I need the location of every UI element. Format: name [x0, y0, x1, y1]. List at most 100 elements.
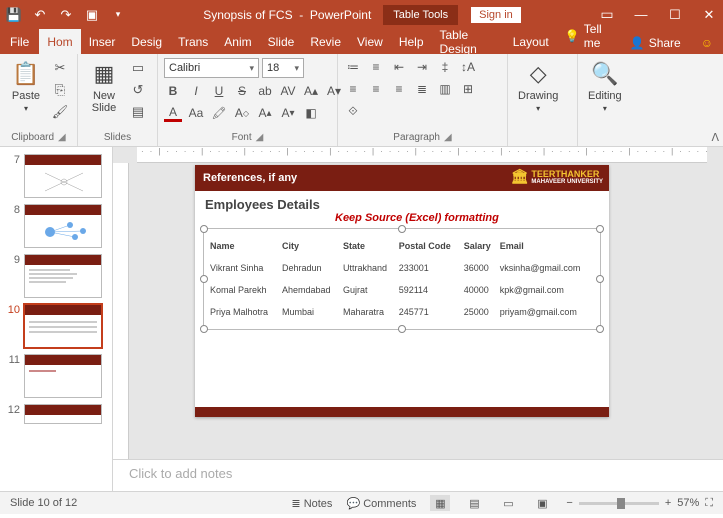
align-center-button[interactable]: ≡	[367, 80, 385, 98]
redo-icon[interactable]: ↷	[58, 7, 74, 23]
tab-review[interactable]: Revie	[302, 29, 349, 54]
tab-animations[interactable]: Anim	[216, 29, 259, 54]
group-paragraph: ≔ ≡ ⇤ ⇥ ‡ ↕A ≡ ≡ ≡ ≣ ▥ ⊞ ⟐ Paragraph◢	[338, 54, 508, 146]
bold-button[interactable]: B	[164, 82, 182, 100]
increase-font-button[interactable]: A▴	[256, 104, 274, 122]
thumb-12[interactable]: 12	[0, 401, 112, 427]
clipboard-launcher-icon[interactable]: ◢	[58, 132, 66, 143]
indent-inc-button[interactable]: ⇥	[413, 58, 431, 76]
align-left-button[interactable]: ≡	[344, 80, 362, 98]
group-editing: 🔍Editing▾	[578, 54, 638, 146]
zoom-slider[interactable]	[579, 502, 659, 505]
cut-button[interactable]: ✂	[50, 58, 70, 78]
tab-view[interactable]: View	[349, 29, 391, 54]
font-launcher-icon[interactable]: ◢	[256, 132, 264, 143]
normal-view-button[interactable]: ▦	[430, 495, 450, 511]
shadow-button[interactable]: ab	[256, 82, 274, 100]
table-selection[interactable]: NameCityStatePostal CodeSalaryEmail Vikr…	[203, 228, 601, 330]
thumb-11[interactable]: 11	[0, 351, 112, 401]
maximize-icon[interactable]: ☐	[667, 7, 683, 23]
feedback-button[interactable]: ☺	[691, 32, 723, 54]
strike-button[interactable]: S	[233, 82, 251, 100]
collapse-ribbon-icon[interactable]: ᐱ	[711, 131, 719, 144]
numbering-button[interactable]: ≡	[367, 58, 385, 76]
bullets-button[interactable]: ≔	[344, 58, 362, 76]
slide-thumbnails-pane[interactable]: 7 8 9 10 11 12	[0, 147, 113, 491]
indent-dec-button[interactable]: ⇤	[390, 58, 408, 76]
spacing-button[interactable]: AV	[279, 82, 297, 100]
reset-button[interactable]: ↺	[128, 80, 148, 100]
save-icon[interactable]: 💾	[6, 7, 22, 23]
tab-slideshow[interactable]: Slide	[260, 29, 303, 54]
clear-format-button[interactable]: A◇	[233, 104, 251, 122]
tell-me-search[interactable]: 💡Tell me	[557, 18, 620, 54]
align-right-button[interactable]: ≡	[390, 80, 408, 98]
columns-button[interactable]: ▥	[436, 80, 454, 98]
tab-layout[interactable]: Layout	[505, 29, 557, 54]
zoom-out-button[interactable]: −	[566, 497, 572, 509]
tab-transitions[interactable]: Trans	[170, 29, 216, 54]
slide-counter[interactable]: Slide 10 of 12	[10, 497, 77, 509]
zoom-control[interactable]: − + 57% ⛶	[566, 497, 713, 510]
change-case-button[interactable]: Aa	[187, 104, 205, 122]
thumb-8[interactable]: 8	[0, 201, 112, 251]
highlight-button[interactable]: 🖍	[210, 104, 228, 122]
start-slideshow-icon[interactable]: ▣	[84, 7, 100, 23]
tab-table-design[interactable]: Table Design	[432, 29, 505, 54]
sorter-view-button[interactable]: ▤	[464, 495, 484, 511]
work-area: 7 8 9 10 11 12 ··|····|····|····|····|··…	[0, 147, 723, 491]
zoom-level[interactable]: 57%	[677, 497, 699, 509]
tab-insert[interactable]: Inser	[81, 29, 124, 54]
copy-button[interactable]: ⎘	[50, 80, 70, 100]
tab-home[interactable]: Hom	[39, 29, 80, 54]
fit-window-button[interactable]: ⛶	[705, 497, 713, 510]
section-button[interactable]: ▤	[128, 102, 148, 122]
slide-canvas[interactable]: ··|····|····|····|····|····|····|····|··…	[113, 147, 723, 459]
comments-toggle[interactable]: 💬 Comments	[346, 497, 416, 510]
line-spacing-button[interactable]: ‡	[436, 58, 454, 76]
slideshow-view-button[interactable]: ▣	[532, 495, 552, 511]
table-row[interactable]: Priya MalhotraMumbaiMaharatra24577125000…	[208, 301, 596, 323]
clear-all-button[interactable]: ◧	[302, 104, 320, 122]
qat-dropdown-icon[interactable]: ▾	[110, 7, 126, 23]
minimize-icon[interactable]: —	[633, 7, 649, 23]
notes-pane[interactable]: Click to add notes	[113, 459, 723, 491]
decrease-font-button[interactable]: A▾	[279, 104, 297, 122]
thumb-10[interactable]: 10	[0, 301, 112, 351]
text-direction-button[interactable]: ↕A	[459, 58, 477, 76]
paragraph-launcher-icon[interactable]: ◢	[444, 132, 452, 143]
tab-file[interactable]: File	[0, 29, 39, 54]
italic-button[interactable]: I	[187, 82, 205, 100]
reading-view-button[interactable]: ▭	[498, 495, 518, 511]
format-painter-button[interactable]: 🖌	[50, 102, 70, 122]
sign-in-button[interactable]: Sign in	[470, 6, 522, 24]
table-row[interactable]: Komal ParekhAhemdabadGujrat59211440000kp…	[208, 279, 596, 301]
zoom-in-button[interactable]: +	[665, 497, 671, 509]
font-size-combo[interactable]: 18▾	[262, 58, 304, 78]
smartart-button[interactable]: ⟐	[344, 102, 362, 120]
notes-toggle[interactable]: ≣ Notes	[291, 497, 332, 510]
table-row[interactable]: Vikrant SinhaDehradunUttrakhand233001360…	[208, 257, 596, 279]
tab-help[interactable]: Help	[391, 29, 432, 54]
data-table[interactable]: NameCityStatePostal CodeSalaryEmail Vikr…	[208, 235, 596, 323]
layout-button[interactable]: ▭	[128, 58, 148, 78]
justify-button[interactable]: ≣	[413, 80, 431, 98]
undo-icon[interactable]: ↶	[32, 7, 48, 23]
underline-button[interactable]: U	[210, 82, 228, 100]
editing-button[interactable]: 🔍Editing▾	[584, 58, 626, 115]
share-button[interactable]: 👤Share	[620, 32, 691, 54]
paste-button[interactable]: 📋Paste▾	[6, 58, 46, 115]
drawing-button[interactable]: ◇Drawing▾	[514, 58, 562, 115]
font-name-combo[interactable]: Calibri▾	[164, 58, 259, 78]
thumb-7[interactable]: 7	[0, 151, 112, 201]
slide-title: Employees Details	[195, 191, 609, 212]
thumb-9[interactable]: 9	[0, 251, 112, 301]
grow-font-button[interactable]: A▴	[302, 82, 320, 100]
font-color-button[interactable]: A	[164, 104, 182, 122]
new-slide-button[interactable]: ▦New Slide	[84, 58, 124, 116]
tab-design[interactable]: Desig	[123, 29, 170, 54]
reset-icon: ↺	[133, 82, 144, 98]
align-text-button[interactable]: ⊞	[459, 80, 477, 98]
slide[interactable]: References, if any 🏛 TEERTHANKERMAHAVEER…	[195, 165, 609, 417]
close-icon[interactable]: ✕	[701, 7, 717, 23]
